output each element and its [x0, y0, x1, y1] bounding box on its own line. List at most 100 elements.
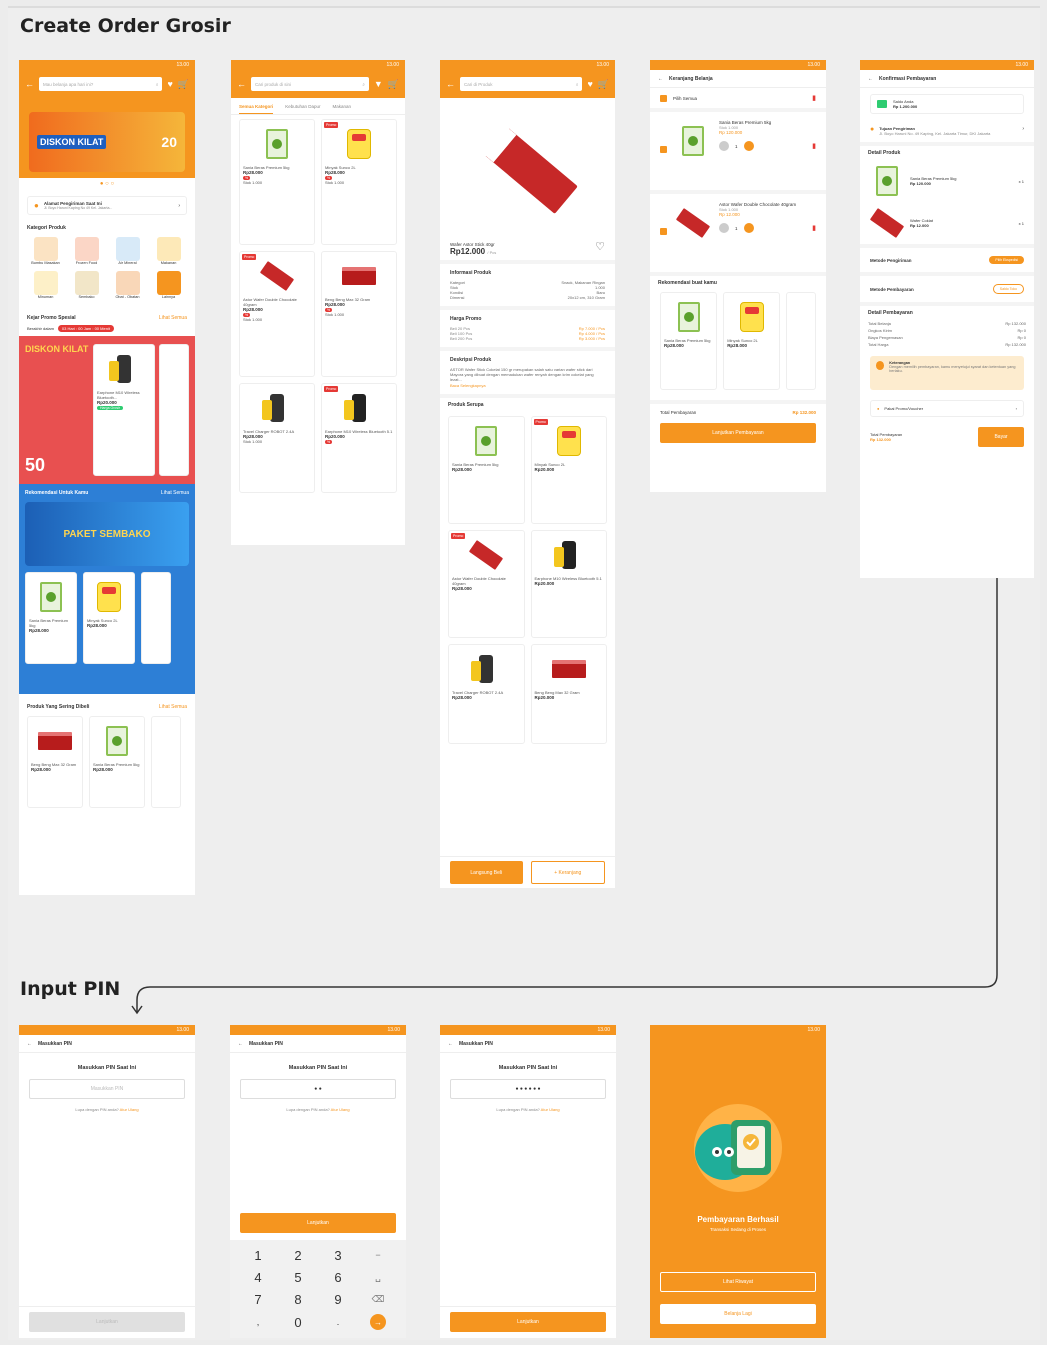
search-input[interactable]: Cari produk di sini ⌕ — [251, 77, 369, 91]
reset-pin-link[interactable]: Atur Ulang — [120, 1107, 139, 1112]
heart-icon[interactable]: ♥ — [587, 79, 592, 89]
product-card[interactable]: Promo Earphone M10 Wireless Bluetooth 5.1… — [321, 383, 397, 493]
shop-again-button[interactable]: Belanja Lagi — [660, 1304, 816, 1324]
product-card[interactable]: Travel Charger ROBOT 2.4A Rp28.000 — [448, 643, 525, 744]
product-card[interactable]: Promo Astor Wafer Double Chocolate 40gram… — [239, 251, 315, 377]
select-all-checkbox[interactable] — [660, 94, 667, 102]
shipping-address[interactable]: ● Tujuan Pengiriman Jl. Boyo Haruni No. 4… — [860, 120, 1034, 146]
back-icon[interactable]: ← — [868, 76, 873, 82]
voucher-row[interactable]: ● Pakai Promo/Voucher › — [870, 400, 1024, 417]
key-dot[interactable]: . — [318, 1311, 358, 1334]
product-card[interactable]: Sania Beras Premium 5kg Rp28.000% Stok 1.0… — [239, 119, 315, 245]
product-card[interactable]: Sania Beras Premium 5kg Rp28.000 — [89, 716, 145, 808]
category-item[interactable]: Frozen Food — [68, 237, 105, 265]
product-card[interactable]: Minyak Sunco 2L Rp28.000 — [83, 572, 135, 664]
plus-button[interactable] — [743, 223, 754, 233]
product-card[interactable]: Beng Beng Max 32 Gram Rp28.000 — [27, 716, 83, 808]
product-card[interactable] — [159, 344, 189, 476]
category-item[interactable]: Makanan — [150, 237, 187, 265]
key-2[interactable]: 2 — [278, 1244, 318, 1266]
reset-pin-link[interactable]: Atur Ulang — [331, 1107, 350, 1112]
continue-button[interactable]: Lanjutkan — [450, 1312, 606, 1332]
cart-icon[interactable]: 🛒 — [388, 79, 399, 89]
trash-icon[interactable]: ▮ — [812, 94, 816, 102]
view-history-button[interactable]: Lihat Riwayat — [660, 1272, 816, 1292]
key-3[interactable]: 3 — [318, 1244, 358, 1266]
product-card[interactable] — [786, 292, 817, 390]
product-card[interactable]: Minyak Sunco 2L Rp28.000 — [723, 292, 781, 390]
product-card[interactable] — [151, 716, 181, 808]
promo-banner[interactable]: DISKON KILAT 20 — [29, 112, 185, 172]
product-card[interactable]: Sania Beras Premium 5kg Rp28.000 — [25, 572, 77, 664]
backspace-icon[interactable]: ⌫ — [358, 1289, 398, 1311]
continue-button[interactable]: Lanjutkan — [240, 1213, 396, 1233]
key-5[interactable]: 5 — [278, 1266, 318, 1288]
back-icon[interactable]: ← — [237, 79, 246, 89]
pay-button[interactable]: Bayar — [978, 427, 1024, 447]
tab-semua[interactable]: Semua Kategori — [239, 104, 274, 114]
see-all-link[interactable]: Lihat Semua — [159, 315, 187, 321]
payment-method-button[interactable]: Saldo Toko — [992, 284, 1024, 294]
category-item[interactable]: Obat - Obatan — [109, 271, 146, 299]
filter-icon[interactable]: ▼ — [374, 79, 383, 89]
wishlist-heart-icon[interactable]: ♡ — [595, 240, 605, 253]
product-card[interactable]: Earphone M10 Wireless Bluetooth 5.1 Rp20.… — [530, 529, 607, 638]
back-icon[interactable]: ← — [446, 79, 455, 89]
heart-icon[interactable]: ♥ — [167, 79, 172, 89]
continue-button-disabled[interactable]: Lanjutkan — [29, 1312, 185, 1332]
product-card[interactable]: Promo Astor Wafer Double Chocolate 40gram… — [448, 529, 525, 638]
minus-button[interactable] — [719, 223, 729, 233]
pin-input[interactable]: ● ● ● ● ● ● — [450, 1079, 606, 1099]
cart-icon[interactable]: 🛒 — [598, 79, 609, 89]
product-card[interactable]: Promo Minyak Sunco 2L Rp28.000% Stok 1.000 — [321, 119, 397, 245]
key-6[interactable]: 6 — [318, 1266, 358, 1288]
pin-input[interactable]: Masukkan PIN — [29, 1079, 185, 1099]
pin-input[interactable]: ● ● — [240, 1079, 396, 1099]
key-comma[interactable]: , — [238, 1311, 278, 1334]
item-checkbox[interactable] — [660, 146, 667, 153]
key-1[interactable]: 1 — [238, 1244, 278, 1266]
category-item[interactable]: Bumbu Masakan — [27, 237, 64, 265]
back-icon[interactable]: ← — [658, 76, 663, 82]
tab-makanan[interactable]: Makanan — [333, 104, 352, 114]
minus-button[interactable] — [719, 141, 729, 151]
reset-pin-link[interactable]: Atur Ulang — [541, 1107, 560, 1112]
shipping-method-button[interactable]: Pilih Ekspedisi — [989, 256, 1024, 264]
continue-payment-button[interactable]: Lanjutkan Pembayaran — [660, 423, 816, 443]
paket-banner[interactable]: PAKET SEMBAKO — [25, 502, 189, 566]
key-0[interactable]: 0 — [278, 1311, 318, 1334]
product-card[interactable]: Beng Beng Max 32 Gram Rp20.000 — [530, 643, 607, 744]
back-icon[interactable]: ← — [27, 1041, 32, 1047]
key-4[interactable]: 4 — [238, 1266, 278, 1288]
cart-icon[interactable]: 🛒 — [178, 79, 189, 89]
key-minus[interactable]: − — [358, 1244, 398, 1266]
product-card[interactable]: Earphone M10 Wireless Bluetooth... Rp20.… — [93, 344, 155, 476]
product-card[interactable]: Sania Beras Premium 5kg Rp28.000 — [448, 415, 525, 524]
product-card[interactable]: Sania Beras Premium 5kg Rp28.000 — [660, 292, 718, 390]
key-7[interactable]: 7 — [238, 1289, 278, 1311]
product-card[interactable]: Travel Charger ROBOT 2.4A Rp28.000 Stok 1.… — [239, 383, 315, 493]
product-card[interactable]: Promo Minyak Sunco 2L Rp20.000 — [530, 415, 607, 524]
product-card[interactable] — [141, 572, 171, 664]
trash-icon[interactable]: ▮ — [812, 224, 816, 232]
address-card[interactable]: ● Alamat Pengiriman Saat Ini Jl. Boyo Ha… — [27, 196, 187, 215]
plus-button[interactable] — [743, 141, 754, 151]
category-item[interactable]: Air Mineral — [109, 237, 146, 265]
trash-icon[interactable]: ▮ — [812, 142, 816, 150]
add-to-cart-button[interactable]: + Keranjang — [530, 861, 605, 884]
back-icon[interactable]: ← — [25, 79, 34, 89]
key-8[interactable]: 8 — [278, 1289, 318, 1311]
back-icon[interactable]: ← — [238, 1041, 243, 1047]
item-checkbox[interactable] — [660, 228, 667, 235]
category-item[interactable]: Lainnya — [150, 271, 187, 299]
buy-now-button[interactable]: Langsung Beli — [450, 861, 523, 884]
see-all-link[interactable]: Lihat Semua — [159, 704, 187, 710]
enter-key[interactable]: → — [358, 1311, 398, 1334]
back-icon[interactable]: ← — [448, 1041, 453, 1047]
key-9[interactable]: 9 — [318, 1289, 358, 1311]
search-input[interactable]: Cari di Produk ⌕ — [460, 77, 583, 91]
search-input[interactable]: Mau belanja apa hari ini? ⌕ — [39, 77, 163, 91]
product-card[interactable]: Beng Beng Max 32 Gram Rp28.000% Stok 1.000 — [321, 251, 397, 377]
read-more-link[interactable]: Baca Selengkapnya — [450, 383, 605, 388]
category-item[interactable]: Sembako — [68, 271, 105, 299]
